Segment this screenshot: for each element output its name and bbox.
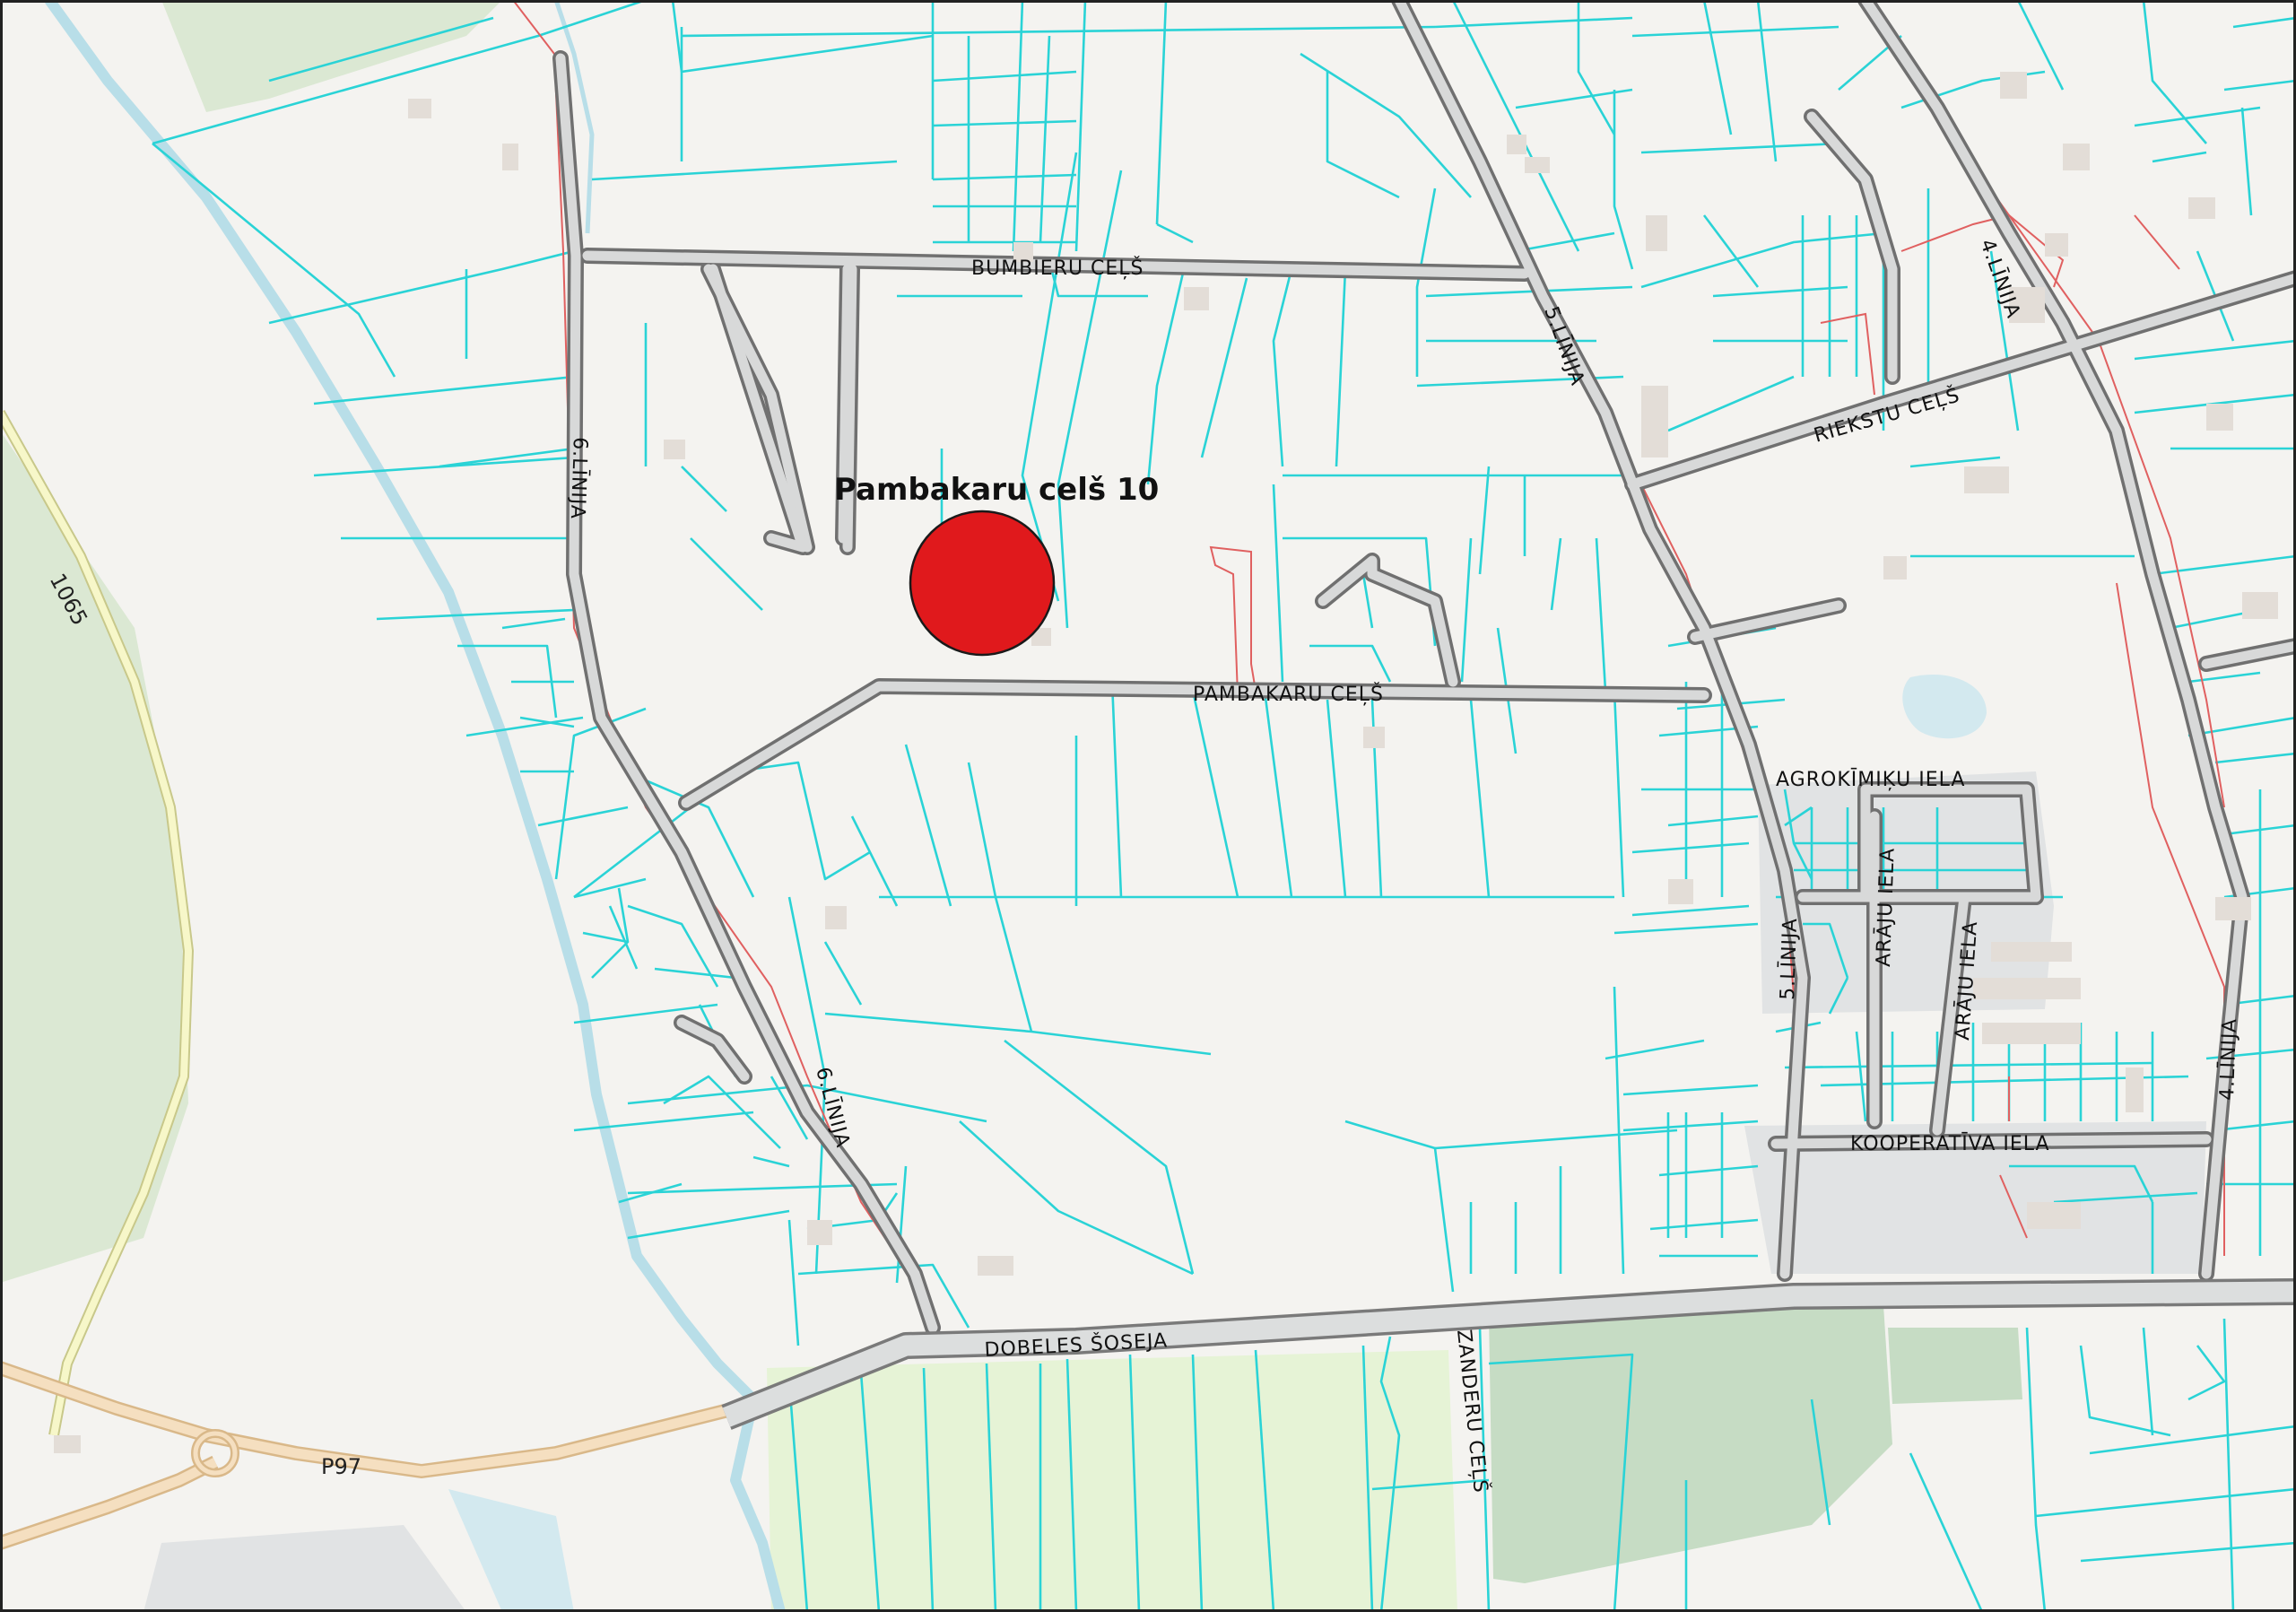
building <box>996 1256 1013 1276</box>
street-label-kooperativa: KOOPERATĪVA IELA <box>1850 1133 2050 1155</box>
building <box>2188 197 2215 219</box>
street-label-zanderu: ZANDERU CEĻŠ <box>1452 1329 1492 1494</box>
pond <box>1902 674 1987 739</box>
street-label-bumbieru: BUMBIERU CEĻŠ <box>971 257 1144 280</box>
building <box>1973 978 2081 999</box>
building <box>54 1435 81 1453</box>
building <box>2242 592 2278 619</box>
building <box>1184 287 1209 310</box>
building <box>1646 215 1667 251</box>
building <box>1991 942 2072 962</box>
building <box>2206 404 2233 431</box>
industrial-sw <box>144 1525 466 1612</box>
building <box>2027 1202 2081 1229</box>
street-label-araju-1: ARĀJU IELA <box>1873 847 1900 967</box>
land-cover <box>0 0 2206 1612</box>
building <box>1982 1023 2081 1044</box>
building <box>2045 233 2068 257</box>
building <box>1964 466 2009 493</box>
building <box>978 1256 997 1276</box>
street-label-6-linija-north: 6.LĪNIJA <box>566 437 591 520</box>
street-label-4-linija-south: 4.LĪNIJA <box>2216 1018 2241 1102</box>
building <box>2063 144 2090 170</box>
building <box>1641 386 1668 457</box>
building <box>1668 879 1693 904</box>
building <box>664 440 685 459</box>
building <box>1507 135 1526 154</box>
cadastral-map[interactable]: 1065 P97 BUMBIERU CEĻŠ PAMBAKARU CEĻŠ RI… <box>0 0 2296 1612</box>
parcel-marker[interactable]: Pambakaru celš 10 <box>834 472 1159 657</box>
fields-south <box>767 1350 1457 1612</box>
canal-sw <box>448 1489 574 1612</box>
street-label-5-linija-south: 5.LĪNIJA <box>1777 918 1802 1001</box>
forest-zanderu <box>1489 1305 1892 1583</box>
location-marker-icon[interactable] <box>909 510 1056 657</box>
building <box>2215 897 2251 920</box>
forest-north <box>161 0 502 112</box>
building <box>1525 157 1550 173</box>
building <box>2126 1067 2144 1112</box>
building <box>408 99 431 118</box>
building <box>502 144 518 170</box>
building <box>2000 72 2027 99</box>
street-label-5-linija-north: 5.LĪNIJA <box>1539 304 1588 389</box>
street-label-agrokimiku: AGROKĪMIĶU IELA <box>1776 769 1965 791</box>
road-p97 <box>0 1361 755 1478</box>
marker-title: Pambakaru celš 10 <box>834 472 1159 508</box>
forest-east <box>1888 1328 2022 1404</box>
building <box>807 1220 832 1245</box>
street-label-pambakaru: PAMBAKARU CEĻŠ <box>1193 683 1384 706</box>
building <box>1363 727 1385 748</box>
building <box>825 906 847 929</box>
building <box>1883 556 1907 579</box>
road-number-p97: P97 <box>321 1454 361 1479</box>
